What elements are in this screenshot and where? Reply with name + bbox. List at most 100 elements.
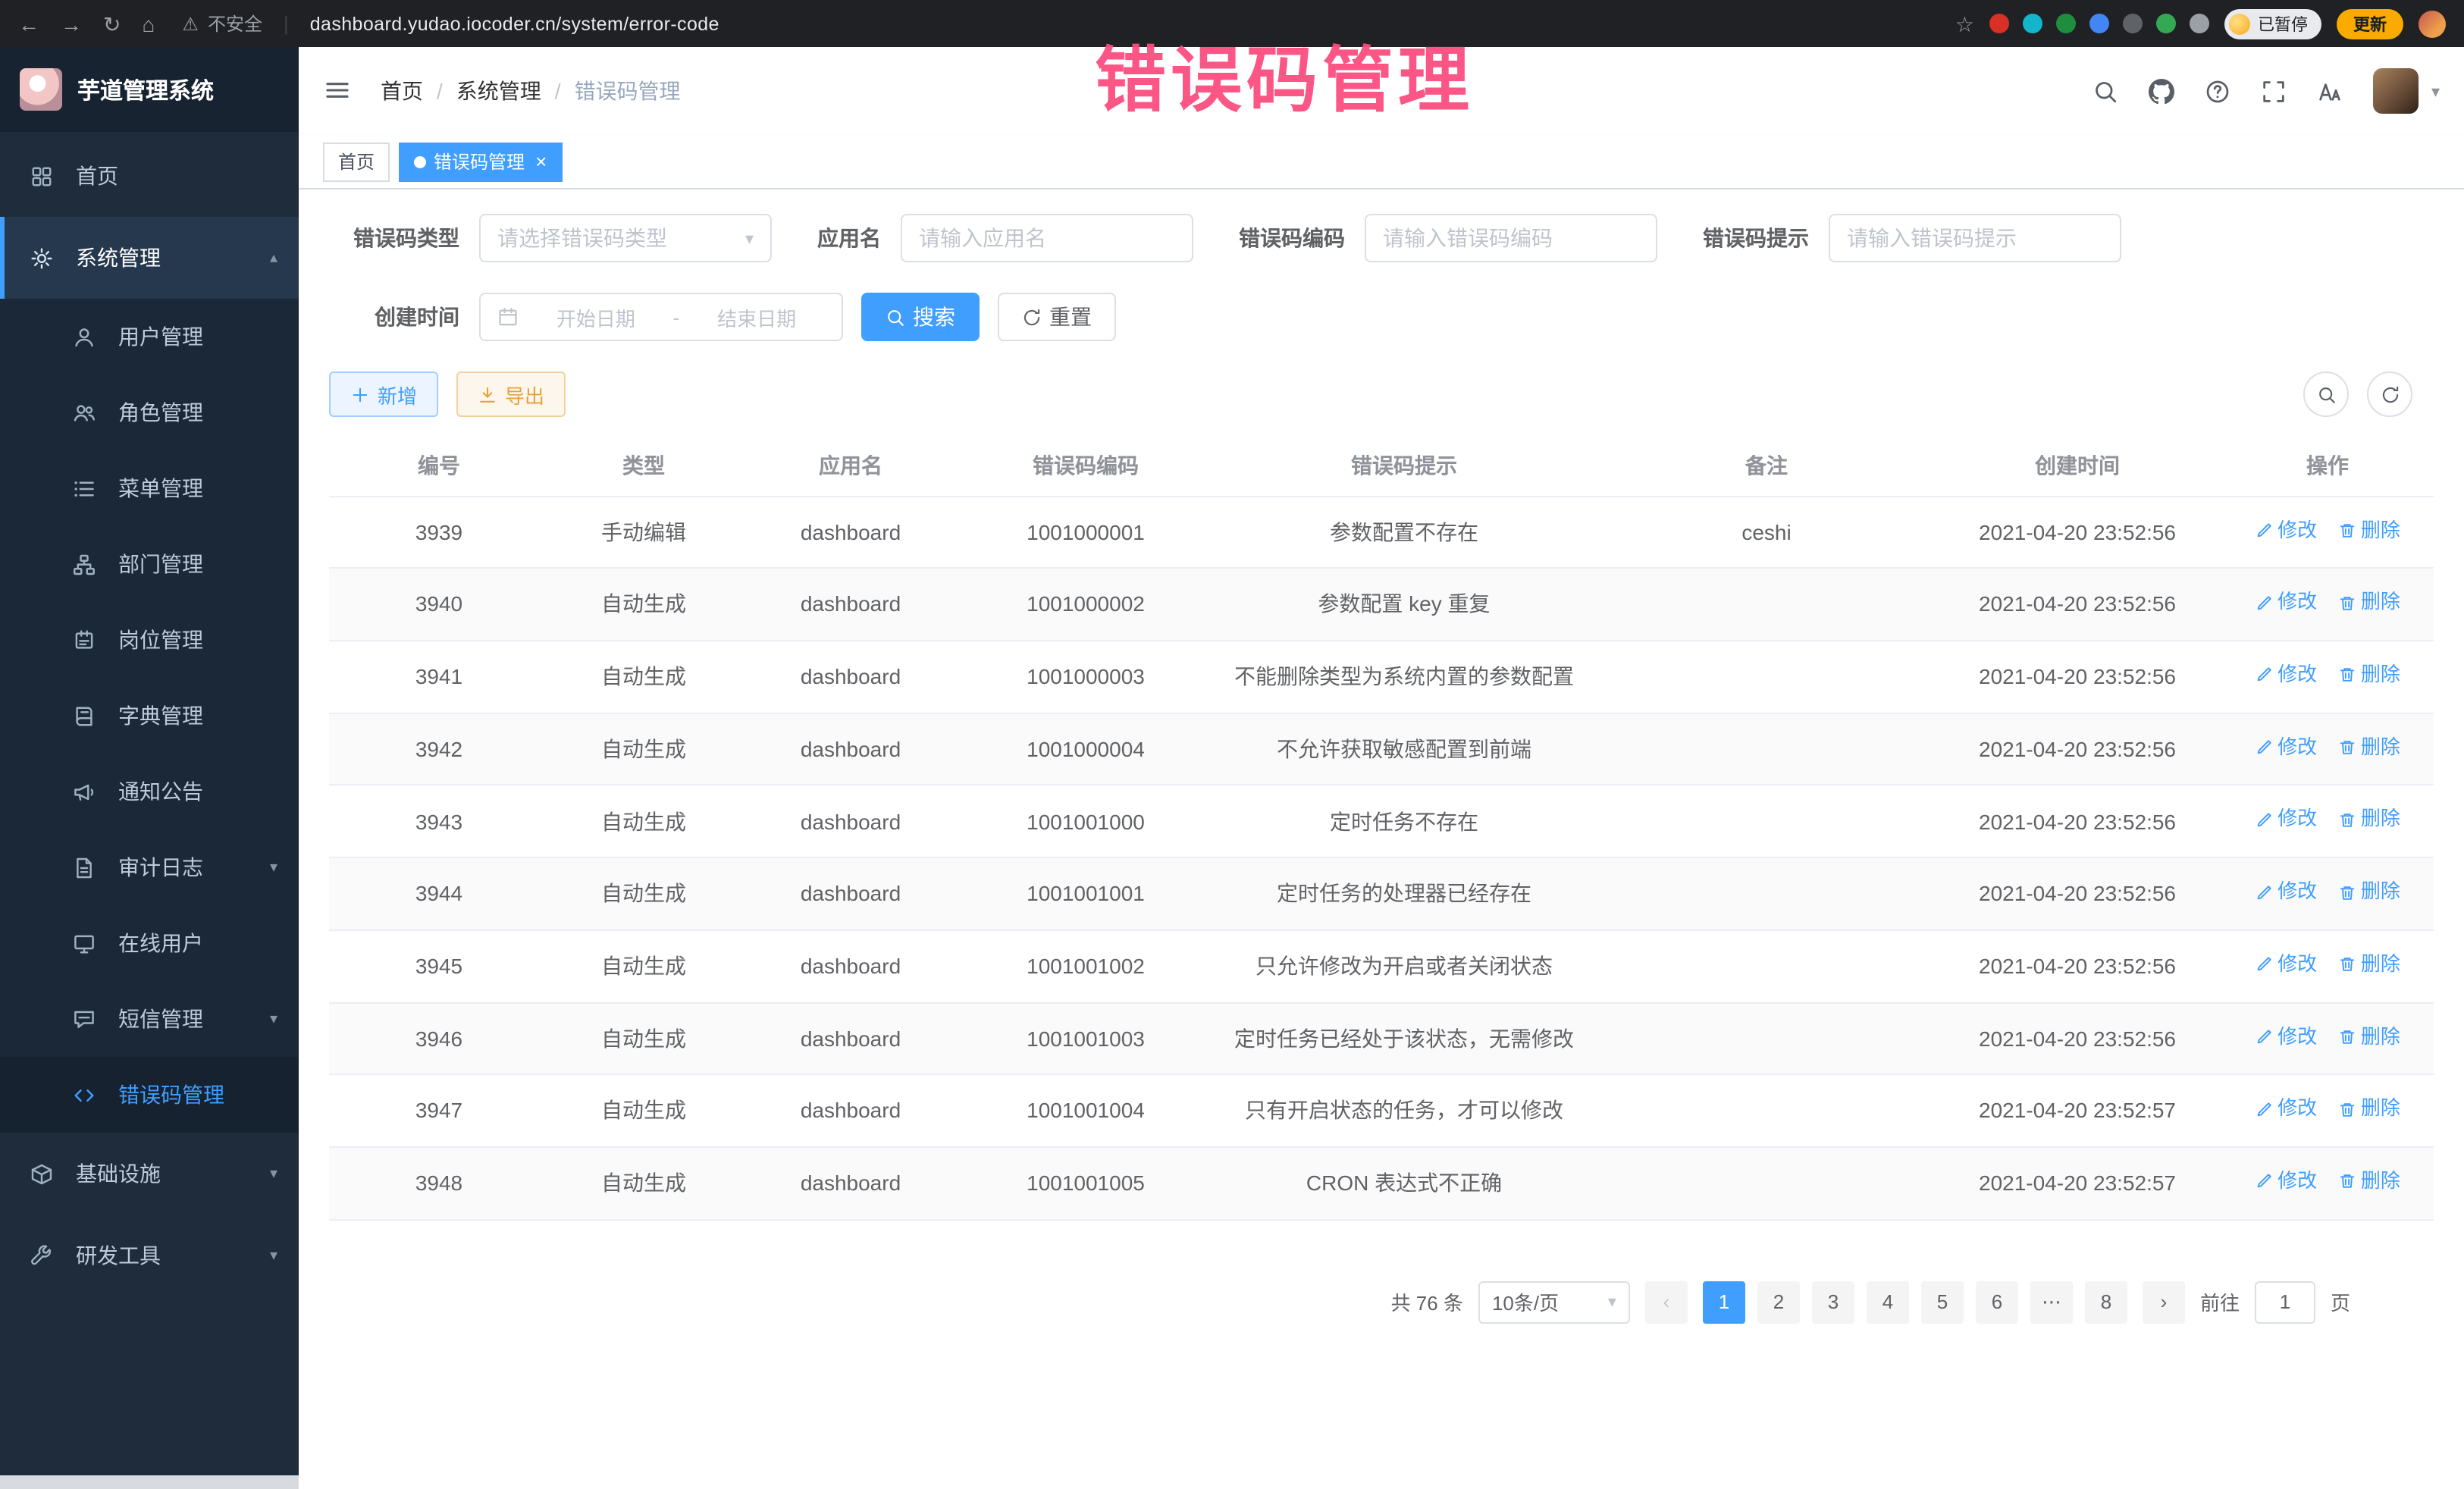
page-button[interactable]: ⋯	[2030, 1281, 2073, 1323]
search-icon[interactable]	[2093, 78, 2119, 104]
address-bar[interactable]: dashboard.yudao.iocoder.cn/system/error-…	[310, 13, 719, 34]
page-size-select[interactable]: 10条/页 ▾	[1478, 1281, 1630, 1323]
gear-icon	[30, 246, 58, 269]
prev-page-button[interactable]: ‹	[1645, 1281, 1688, 1323]
page-button[interactable]: 2	[1757, 1281, 1800, 1323]
edit-link[interactable]: 修改	[2255, 588, 2317, 617]
sidebar-collapse-bar[interactable]	[0, 1475, 299, 1489]
sidebar-item[interactable]: 角色管理	[0, 375, 299, 450]
extension-icon[interactable]	[1989, 14, 2009, 33]
page-button[interactable]: 8	[2085, 1281, 2127, 1323]
extension-icon[interactable]	[2190, 14, 2209, 33]
extension-icon[interactable]	[2056, 14, 2076, 33]
bookmark-star-icon[interactable]: ☆	[1955, 13, 1974, 34]
edit-link[interactable]: 修改	[2255, 1023, 2317, 1052]
fullscreen-icon[interactable]	[2262, 78, 2287, 104]
page-button[interactable]: 3	[1812, 1281, 1854, 1323]
page-button[interactable]: 4	[1867, 1281, 1909, 1323]
sidebar-item[interactable]: 菜单管理	[0, 450, 299, 526]
user-avatar[interactable]	[2374, 68, 2419, 114]
page-button[interactable]: 5	[1921, 1281, 1964, 1323]
delete-link[interactable]: 删除	[2338, 1168, 2400, 1196]
sidebar-item[interactable]: 短信管理 ▾	[0, 981, 299, 1057]
browser-home-icon[interactable]: ⌂	[142, 13, 155, 34]
sidebar-item[interactable]: 首页	[0, 135, 299, 217]
search-button[interactable]: 搜索	[861, 293, 980, 341]
close-icon[interactable]: ×	[535, 152, 547, 171]
goto-page-input[interactable]	[2255, 1281, 2315, 1323]
delete-link[interactable]: 删除	[2338, 806, 2400, 835]
chevron-down-icon[interactable]: ▾	[2431, 81, 2440, 101]
cell-time: 2021-04-20 23:52:56	[1933, 930, 2221, 1002]
cell-code: 1001000003	[963, 641, 1208, 713]
forward-icon[interactable]: →	[61, 13, 82, 34]
edit-link[interactable]: 修改	[2255, 878, 2317, 907]
browser-profile-avatar[interactable]	[2419, 10, 2446, 37]
date-range-picker[interactable]: 开始日期 - 结束日期	[479, 293, 843, 341]
export-button[interactable]: 导出	[456, 371, 566, 417]
edit-link[interactable]: 修改	[2255, 661, 2317, 690]
github-icon[interactable]	[2149, 78, 2175, 104]
delete-link[interactable]: 删除	[2338, 878, 2400, 907]
page-button[interactable]: 1	[1703, 1281, 1745, 1323]
sidebar-item[interactable]: 字典管理	[0, 678, 299, 754]
sidebar-item[interactable]: 通知公告	[0, 754, 299, 829]
delete-link[interactable]: 删除	[2338, 951, 2400, 980]
sidebar-item[interactable]: 岗位管理	[0, 602, 299, 678]
cell-code: 1001001000	[963, 785, 1208, 857]
edit-link[interactable]: 修改	[2255, 516, 2317, 545]
delete-link[interactable]: 删除	[2338, 733, 2400, 762]
add-button[interactable]: 新增	[329, 371, 438, 417]
refresh-table-button[interactable]	[2367, 371, 2412, 417]
page-button[interactable]: 6	[1976, 1281, 2018, 1323]
error-type-select[interactable]: 请选择错误码类型 ▾	[479, 214, 772, 262]
sidebar-item[interactable]: 在线用户	[0, 905, 299, 981]
reload-icon[interactable]: ↻	[103, 13, 121, 34]
next-page-button[interactable]: ›	[2143, 1281, 2185, 1323]
back-icon[interactable]: ←	[18, 13, 39, 34]
reset-button[interactable]: 重置	[998, 293, 1116, 341]
infra-box-icon	[30, 1162, 58, 1185]
sidebar-item[interactable]: 系统管理 ▴	[0, 217, 299, 299]
edit-link[interactable]: 修改	[2255, 1168, 2317, 1196]
error-hint-input[interactable]	[1847, 226, 2103, 250]
extension-icon[interactable]	[2123, 14, 2143, 33]
breadcrumb-system[interactable]: 系统管理	[456, 76, 541, 106]
edit-link[interactable]: 修改	[2255, 951, 2317, 980]
update-button[interactable]: 更新	[2337, 8, 2403, 39]
tab[interactable]: 错误码管理 ×	[399, 142, 562, 181]
breadcrumb-home[interactable]: 首页	[381, 76, 423, 106]
hamburger-icon[interactable]	[323, 76, 353, 106]
font-size-icon[interactable]	[2318, 78, 2343, 104]
security-indicator[interactable]: ⚠ 不安全	[182, 11, 262, 36]
delete-link[interactable]: 删除	[2338, 1096, 2400, 1124]
delete-link[interactable]: 删除	[2338, 1023, 2400, 1052]
extension-icon[interactable]	[2156, 14, 2176, 33]
delete-link[interactable]: 删除	[2338, 516, 2400, 545]
cell-type: 自动生成	[549, 857, 738, 929]
app-logo-bar[interactable]: 芋道管理系统	[0, 47, 299, 132]
sidebar-item[interactable]: 错误码管理	[0, 1057, 299, 1133]
delete-link[interactable]: 删除	[2338, 588, 2400, 617]
paused-badge[interactable]: 已暂停	[2224, 8, 2321, 39]
tab[interactable]: 首页	[323, 142, 390, 181]
delete-link[interactable]: 删除	[2338, 661, 2400, 690]
edit-link[interactable]: 修改	[2255, 733, 2317, 762]
goto-label: 前往	[2200, 1287, 2240, 1316]
sidebar-item[interactable]: 研发工具 ▾	[0, 1215, 299, 1296]
sidebar-item[interactable]: 基础设施 ▾	[0, 1133, 299, 1215]
edit-link[interactable]: 修改	[2255, 806, 2317, 835]
sidebar-item[interactable]: 用户管理	[0, 299, 299, 375]
extension-icon[interactable]	[2089, 14, 2109, 33]
sidebar-item[interactable]: 审计日志 ▾	[0, 829, 299, 905]
toggle-search-button[interactable]	[2303, 371, 2349, 417]
sidebar-item[interactable]: 部门管理	[0, 526, 299, 602]
cell-hint: 参数配置 key 重复	[1208, 568, 1600, 640]
error-code-input[interactable]	[1383, 226, 1639, 250]
app-name-input[interactable]	[919, 226, 1175, 250]
cell-remark	[1600, 568, 1933, 640]
help-icon[interactable]	[2205, 78, 2231, 104]
extension-icon[interactable]	[2023, 14, 2042, 33]
edit-link[interactable]: 修改	[2255, 1096, 2317, 1124]
refresh-icon	[2380, 384, 2400, 404]
